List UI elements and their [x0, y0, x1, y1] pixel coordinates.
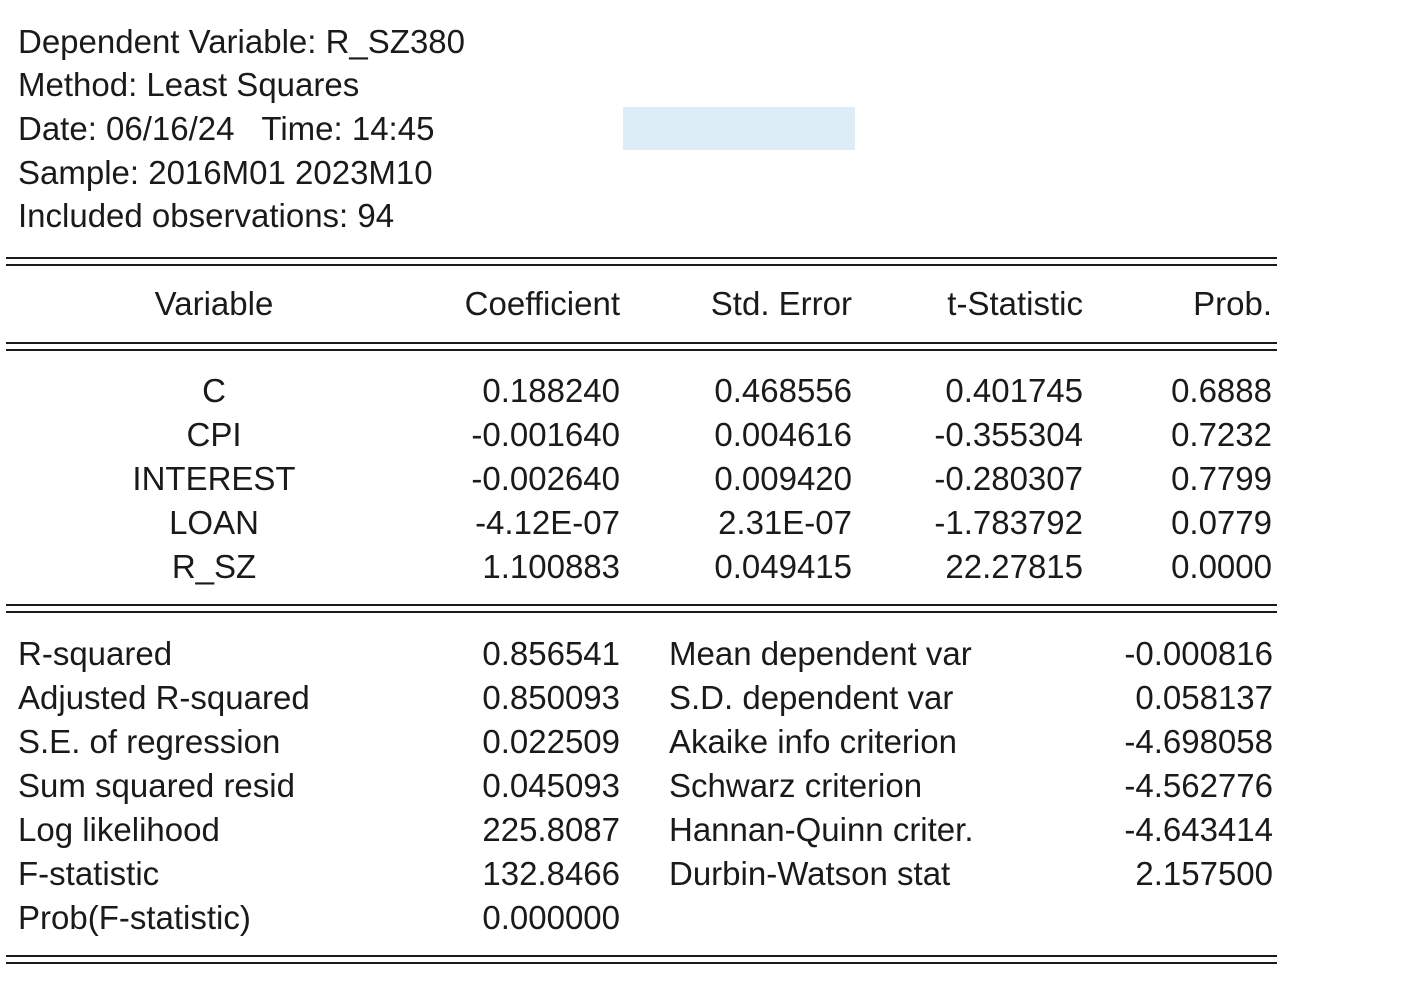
cell-prob: 0.6888 — [1171, 372, 1272, 409]
stat-value: 225.8087 — [482, 811, 620, 848]
stat-label: Akaike info criterion — [669, 723, 957, 760]
stat-label: F-statistic — [18, 855, 160, 892]
stat-value: 0.022509 — [482, 723, 620, 760]
column-header-variable: Variable — [154, 285, 274, 322]
cell-variable: C — [202, 372, 226, 409]
stat-label: Log likelihood — [18, 811, 220, 848]
cell-prob: 0.0000 — [1171, 548, 1272, 585]
table-top-rule-inner — [6, 264, 1277, 266]
cell-prob: 0.7799 — [1171, 460, 1272, 497]
column-header-t-statistic: t-Statistic — [947, 285, 1083, 322]
cell-std-error: 0.468556 — [714, 372, 852, 409]
cell-std-error: 2.31E-07 — [718, 504, 852, 541]
column-header-coefficient: Coefficient — [464, 285, 620, 322]
cell-coefficient: 1.100883 — [482, 548, 620, 585]
stat-label: S.D. dependent var — [669, 679, 954, 716]
cell-prob: 0.7232 — [1171, 416, 1272, 453]
cell-std-error: 0.009420 — [714, 460, 852, 497]
stat-value: -4.698058 — [1124, 723, 1273, 760]
cell-coefficient: -0.002640 — [471, 460, 620, 497]
stat-label: Durbin-Watson stat — [669, 855, 951, 892]
dependent-variable-line: Dependent Variable: R_SZ380 — [18, 23, 466, 60]
stat-value: -4.643414 — [1124, 811, 1273, 848]
stat-value: 132.8466 — [482, 855, 620, 892]
cell-variable: CPI — [186, 416, 242, 453]
stat-label: Mean dependent var — [669, 635, 972, 672]
cell-variable: LOAN — [169, 504, 259, 541]
stat-value: 0.850093 — [482, 679, 620, 716]
sample-line: Sample: 2016M01 2023M10 — [18, 154, 433, 191]
table-bottom-rule — [6, 955, 1277, 957]
column-header-prob: Prob. — [1193, 285, 1272, 322]
stat-value: 0.000000 — [482, 899, 620, 936]
method-line: Method: Least Squares — [18, 66, 360, 103]
date-time-line: Date: 06/16/24 Time: 14:45 — [18, 110, 435, 147]
cell-t-statistic: 22.27815 — [945, 548, 1083, 585]
cell-coefficient: -4.12E-07 — [475, 504, 620, 541]
coef-bottom-rule-inner — [6, 611, 1277, 613]
header-rule-inner — [6, 349, 1277, 351]
cell-prob: 0.0779 — [1171, 504, 1272, 541]
table-top-rule — [6, 257, 1277, 259]
stat-label: S.E. of regression — [18, 723, 281, 760]
selection-highlight — [623, 107, 855, 150]
header-rule — [6, 342, 1277, 344]
coef-bottom-rule — [6, 604, 1277, 606]
cell-std-error: 0.004616 — [714, 416, 852, 453]
observations-line: Included observations: 94 — [18, 197, 395, 234]
cell-variable: R_SZ — [171, 548, 257, 585]
cell-std-error: 0.049415 — [714, 548, 852, 585]
stat-value: -4.562776 — [1124, 767, 1273, 804]
column-header-std-error: Std. Error — [710, 285, 852, 322]
stat-label: Sum squared resid — [18, 767, 295, 804]
stat-label: Hannan-Quinn criter. — [669, 811, 974, 848]
stat-value: 0.058137 — [1135, 679, 1273, 716]
cell-coefficient: 0.188240 — [482, 372, 620, 409]
cell-t-statistic: -0.280307 — [934, 460, 1083, 497]
cell-t-statistic: -1.783792 — [934, 504, 1083, 541]
cell-coefficient: -0.001640 — [471, 416, 620, 453]
stat-value: -0.000816 — [1124, 635, 1273, 672]
cell-variable: INTEREST — [132, 460, 296, 497]
stat-value: 0.045093 — [482, 767, 620, 804]
stat-value: 2.157500 — [1135, 855, 1273, 892]
stat-label: Adjusted R-squared — [18, 679, 310, 716]
cell-t-statistic: -0.355304 — [934, 416, 1083, 453]
table-bottom-rule-inner — [6, 962, 1277, 964]
stat-label: Prob(F-statistic) — [18, 899, 251, 936]
stat-value: 0.856541 — [482, 635, 620, 672]
cell-t-statistic: 0.401745 — [945, 372, 1083, 409]
stat-label: Schwarz criterion — [669, 767, 923, 804]
stat-label: R-squared — [18, 635, 173, 672]
